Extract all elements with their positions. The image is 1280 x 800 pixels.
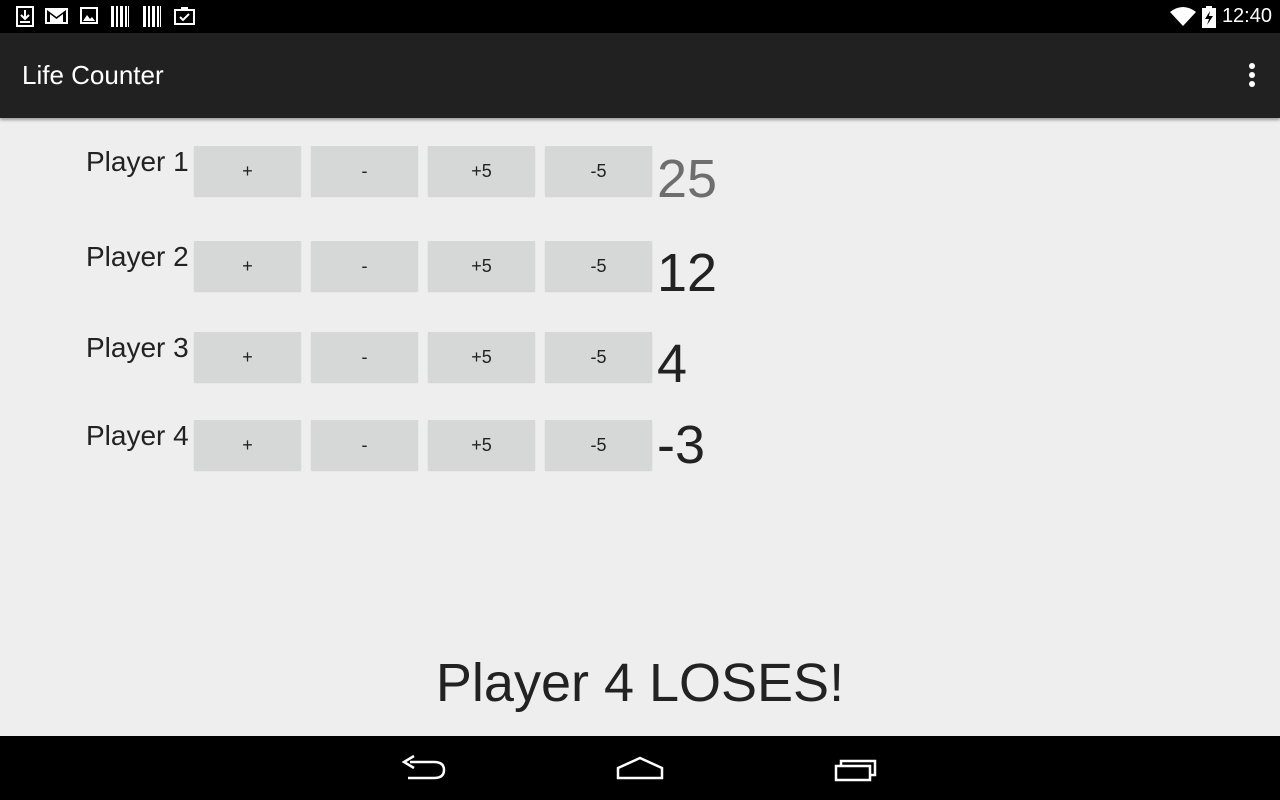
minus-one-button[interactable]: -	[311, 146, 418, 196]
home-icon[interactable]	[610, 748, 670, 788]
plus-one-button[interactable]: +	[194, 420, 301, 470]
gmail-icon	[45, 8, 68, 24]
player-row-1: Player 1 + - +5 -5 25	[0, 146, 760, 206]
plus-five-button[interactable]: +5	[428, 241, 535, 291]
result-message: Player 4 LOSES!	[435, 653, 845, 713]
barcode-icon	[111, 6, 129, 27]
barcode-icon	[143, 6, 161, 27]
minus-one-button[interactable]: -	[311, 241, 418, 291]
minus-five-button[interactable]: -5	[545, 332, 652, 382]
wifi-icon	[1169, 6, 1196, 26]
minus-five-button[interactable]: -5	[545, 241, 652, 291]
life-total: 12	[657, 243, 718, 303]
minus-one-button[interactable]: -	[311, 332, 418, 382]
plus-one-button[interactable]: +	[194, 332, 301, 382]
nav-bar	[0, 736, 1280, 800]
plus-one-button[interactable]: +	[194, 241, 301, 291]
image-icon	[80, 7, 98, 24]
recent-apps-icon[interactable]	[827, 748, 887, 788]
more-vert-icon[interactable]	[1246, 63, 1258, 89]
player-row-3: Player 3 + - +5 -5 4	[0, 332, 760, 392]
status-icons: 12:40	[1169, 0, 1272, 33]
life-total: 25	[657, 149, 718, 209]
plus-one-button[interactable]: +	[194, 146, 301, 196]
action-bar: Life Counter	[0, 33, 1280, 118]
player-label: Player 4	[86, 420, 189, 451]
download-icon	[16, 6, 34, 27]
player-row-2: Player 2 + - +5 -5 12	[0, 241, 760, 301]
status-bar: 12:40	[0, 0, 1280, 33]
clipboard-check-icon	[174, 7, 195, 25]
player-label: Player 1	[86, 146, 189, 177]
minus-five-button[interactable]: -5	[545, 146, 652, 196]
battery-charging-icon	[1201, 5, 1216, 28]
life-total: -3	[657, 415, 706, 475]
plus-five-button[interactable]: +5	[428, 146, 535, 196]
minus-five-button[interactable]: -5	[545, 420, 652, 470]
plus-five-button[interactable]: +5	[428, 332, 535, 382]
life-total: 4	[657, 334, 688, 394]
player-label: Player 3	[86, 332, 189, 363]
app-title: Life Counter	[22, 60, 164, 90]
minus-one-button[interactable]: -	[311, 420, 418, 470]
back-icon[interactable]	[394, 748, 454, 788]
status-time: 12:40	[1221, 5, 1272, 27]
player-label: Player 2	[86, 241, 189, 272]
plus-five-button[interactable]: +5	[428, 420, 535, 470]
player-row-4: Player 4 + - +5 -5 -3	[0, 415, 760, 480]
